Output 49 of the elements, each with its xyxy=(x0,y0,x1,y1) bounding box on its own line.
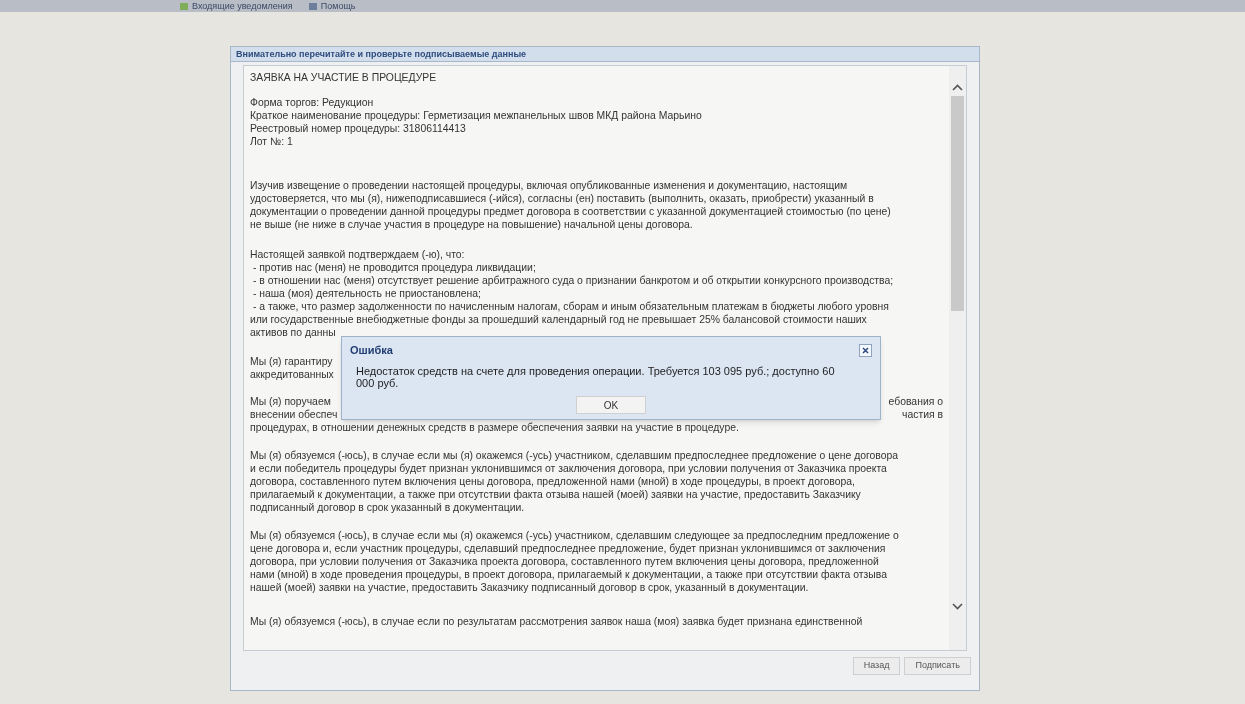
document-text-line: Мы (я) поручаем xyxy=(250,395,331,408)
document-text-line: частия в xyxy=(902,408,943,421)
menu-item-icon xyxy=(180,2,188,10)
document-text-line: нашей (моей) заявки на участие, предоставить Заказчику подписанный договор в срок, указанный в документации. xyxy=(250,581,810,594)
document-text-line: Форма торгов: Редукцион xyxy=(250,96,375,109)
document-text-line: Реестровый номер процедуры: 31806114413 xyxy=(250,122,467,135)
document-text-line: нами (мной) в ходе проведения процедуры, в проект договора, прилагаемый к документации, а также при отсутствии факта отзыва xyxy=(250,568,888,581)
scrollbar-thumb[interactable] xyxy=(951,96,964,311)
document-text-line: процедурах, в отношении денежных средств в размере обеспечения заявки на участие в процедуре. xyxy=(250,421,740,434)
dialog-title: Ошибка xyxy=(350,343,393,358)
document-text-line: Мы (я) гарантиру xyxy=(250,355,333,368)
document-text-line: подписанный договор в срок указанный в документации. xyxy=(250,501,526,514)
document-text-line: Мы (я) обязуемся (-юсь), в случае если мы (я) окажемся (-усь) участником, сделавшим предпоследнее предложение о цене договора xyxy=(250,449,900,462)
menu-item-icon xyxy=(308,2,317,10)
document-text-line: внесении обеспеч xyxy=(250,408,338,421)
footer-button[interactable]: Подписать xyxy=(904,657,971,675)
document-text-line: активов по данны xyxy=(250,326,336,339)
document-text-line: и если победитель процедуры будет признан уклонившимся от заключения договора, при условии получения от Заказчика проекта xyxy=(250,462,888,475)
document-text-line: Краткое наименование процедуры: Герметизация межпанельных швов МКД района Марьино xyxy=(250,109,703,122)
document-text-line: цене договора и, если участник процедуры, сделавший предпоследнее предложение, будет признан уклонившимся от заключения xyxy=(250,542,887,555)
document-text-line: договора, составленного путем включения цены договора, предложенной нами (мной) в ходе процедуры, в проект договора, xyxy=(250,475,856,488)
document-text-line: Настоящей заявкой подтверждаем (-ю), что: xyxy=(250,248,466,261)
menu-item[interactable]: Входящие уведомления xyxy=(180,1,293,11)
document-text-line: удостоверяется, что мы (я), нижеподписавшиеся (-ийся), согласны (ен) поставить (выполнить, оказать, приобрести) указанный в xyxy=(250,192,875,205)
scrollbar[interactable] xyxy=(949,66,966,650)
document-text-line: - в отношении нас (меня) отсутствует решение арбитражного суда о признании банкротом и об открытии конкурсного производства; xyxy=(251,274,895,287)
menu-item[interactable]: Помощь xyxy=(308,1,356,11)
footer-button[interactable]: Назад xyxy=(852,657,901,675)
document-text-line: - против нас (меня) не проводится процедура ликвидации; xyxy=(251,261,537,274)
document-text-line: Мы (я) обязуемся (-юсь), в случае если по результатам рассмотрения заявок наша (моя) заявка будет признана единственной xyxy=(250,615,864,628)
document-text-line: или государственные внебюджетные фонды за прошедший календарный год не превышает 25% балансовой стоимости наших xyxy=(250,313,868,326)
document-text-line: договора, при условии получения от Заказчика проекта договора, составленного путем включения цены договора, предложенной xyxy=(250,555,880,568)
dialog-message: Недостаток средств на счете для проведения операции. Требуется 103 095 руб.; доступно 60 000 руб. xyxy=(355,364,836,389)
scroll-down-icon[interactable] xyxy=(952,603,963,610)
document-text-line: ебования о xyxy=(888,395,943,408)
document-text-line: аккредитованных xyxy=(250,368,334,381)
document-text-line: Лот №: 1 xyxy=(250,135,294,148)
scroll-up-icon[interactable] xyxy=(952,84,963,91)
document-text-line: - наша (моя) деятельность не приостановлена; xyxy=(251,287,482,300)
document-text-line: Мы (я) обязуемся (-юсь), в случае если мы (я) окажемся (-усь) участником, сделавшим следующее за предпоследним предложение о xyxy=(250,529,900,542)
document-title: ЗАЯВКА НА УЧАСТИЕ В ПРОЦЕДУРЕ xyxy=(250,71,438,84)
close-icon[interactable] xyxy=(859,343,872,357)
panel-title: Внимательно перечитайте и проверьте подписываемые данные xyxy=(236,49,527,59)
document-text-line: документации о проведении данной процедуры предмет договора в соответствии с указанной документацией стоимостью (по цене) xyxy=(250,205,892,218)
document-text-line: не выше (не ниже в случае участия в процедуре на повышение) начальной цены договора. xyxy=(250,218,694,231)
document-text-line: - а также, что размер задолженности по начисленным налогам, сборам и иным обязательным платежам в бюджеты любого уровня xyxy=(251,300,890,313)
document-text-line: прилагаемый к документации, а также при отсутствии факта отзыва нашей (моей) заявки на участие, предоставить Заказчику xyxy=(250,488,862,501)
ok-button[interactable]: OK xyxy=(576,396,646,414)
document-text-line: Изучив извещение о проведении настоящей процедуры, включая опубликованные изменения и документацию, настоящим xyxy=(250,179,849,192)
